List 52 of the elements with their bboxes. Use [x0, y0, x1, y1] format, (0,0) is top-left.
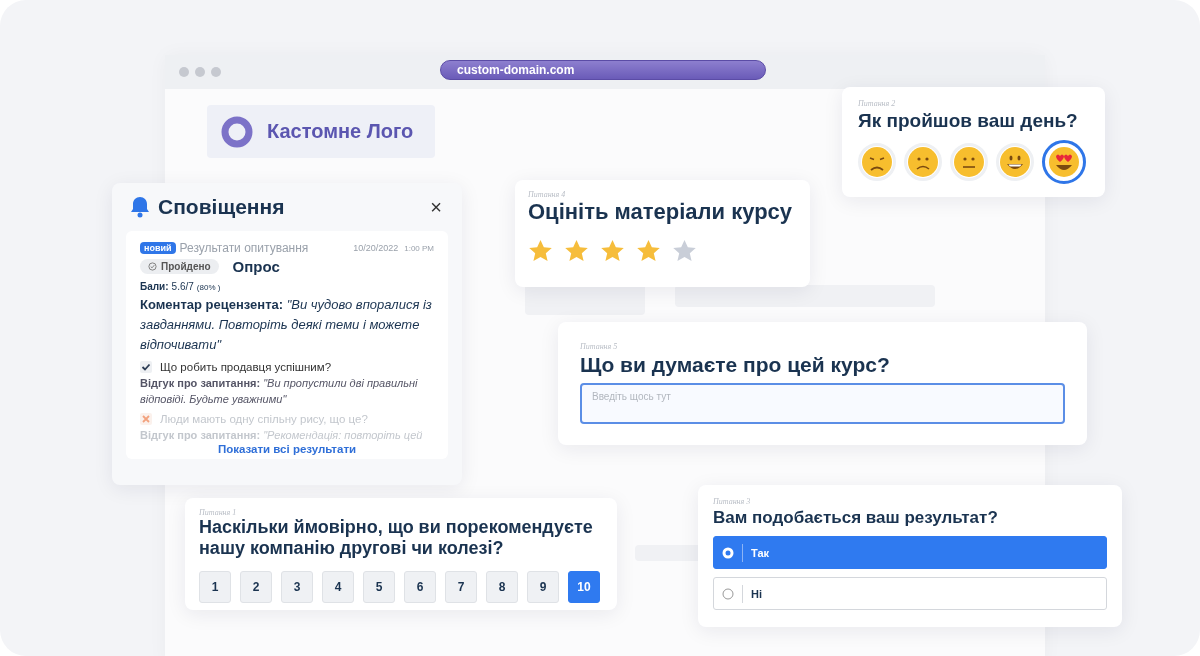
emoji-option[interactable]	[1042, 140, 1086, 184]
question-number: Питання 2	[858, 99, 897, 108]
star-icon[interactable]	[636, 239, 661, 263]
score-option[interactable]: 8	[486, 571, 518, 603]
question-title: Що ви думаєте про цей курс?	[580, 353, 891, 377]
question-text: Що робить продавця успішним?	[160, 361, 332, 373]
notification-source: Результати опитування	[179, 241, 310, 255]
new-badge: новий	[140, 242, 176, 254]
show-results-link[interactable]: Показати всі результати	[217, 443, 357, 455]
cross-icon	[140, 413, 152, 425]
answer-field[interactable]: Введіть щось тут	[580, 383, 1065, 424]
question-number: Питання 4	[528, 190, 567, 199]
reviewer-comment: Коментар рецензента: "Ви чудово впоралися із завданнями. Повторіть деякі теми і можете відпочивати"	[140, 296, 433, 354]
notification-time: 1:00 PM	[404, 243, 434, 253]
radio-icon	[722, 587, 734, 600]
window-dots-icon	[179, 67, 221, 77]
star-icon[interactable]	[672, 239, 697, 263]
star-icon[interactable]	[600, 239, 625, 263]
panel-title: Сповіщення	[158, 195, 286, 219]
close-button[interactable]: ×	[426, 195, 446, 219]
question-text: Люди мають одну спільну рису, що це?	[160, 413, 368, 425]
score-option[interactable]: 9	[527, 571, 559, 603]
score-option[interactable]: 2	[240, 571, 272, 603]
star-icon[interactable]	[564, 239, 589, 263]
answer-option[interactable]: Ні	[713, 577, 1107, 610]
quiz-name: Опрос	[232, 258, 280, 275]
score-option[interactable]: 1	[199, 571, 231, 603]
question-title: Як пройшов ваш день?	[858, 110, 1079, 132]
score-option[interactable]: 5	[363, 571, 395, 603]
ring-logo-icon	[221, 115, 253, 148]
notification-date: 10/20/2022	[353, 243, 399, 253]
radio-icon	[722, 546, 734, 559]
score-value: 5.6/7	[171, 281, 194, 292]
logo-text: Кастомне Лого	[267, 120, 414, 143]
answer-option[interactable]: Так	[713, 536, 1107, 569]
score-option[interactable]: 6	[404, 571, 436, 603]
score-percent: (80% )	[196, 283, 221, 292]
bell-icon	[130, 196, 150, 218]
status-badge: Пройдено	[140, 259, 219, 274]
score-option[interactable]: 4	[322, 571, 354, 603]
question-title: Вам подобається ваш результат?	[713, 508, 999, 528]
score-option[interactable]: 7	[445, 571, 477, 603]
question-title: Оцініть матеріали курсу	[528, 199, 794, 225]
score-label: Бали:	[140, 281, 169, 292]
question-feedback: Відгук про запитання: "Ви пропустили дві правильні відповіді. Будьте уважними"	[140, 376, 419, 407]
question-title: Наскільки ймовірно, що ви порекомендуєте нашу компанію другові чи колезі?	[199, 517, 594, 559]
question-feedback: Відгук про запитання: "Рекомендація: повторіть цей	[140, 428, 424, 443]
checkmark-icon	[140, 361, 152, 373]
score-option[interactable]: 10	[568, 571, 600, 603]
score-option[interactable]: 3	[281, 571, 313, 603]
url-bar[interactable]: custom-domain.com	[440, 60, 766, 80]
star-icon[interactable]	[528, 239, 553, 263]
